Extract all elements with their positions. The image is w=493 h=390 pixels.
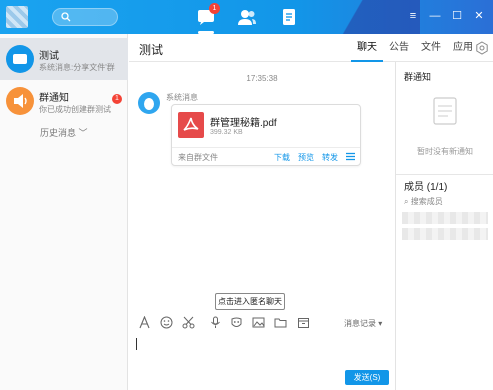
more-menu-icon[interactable] (346, 152, 355, 161)
chat-header: 测试 聊天 公告 文件 应用 (129, 34, 493, 62)
search-icon: ⌕ (404, 197, 411, 206)
anonymous-icon[interactable] (230, 316, 243, 329)
message-history-label: 消息记录 (344, 319, 376, 328)
history-messages-toggle[interactable]: 历史消息 ﹀ (40, 126, 88, 139)
close-button[interactable]: ✕ (473, 9, 485, 23)
tab-files[interactable]: 文件 (415, 34, 447, 62)
file-name: 群管理秘籍.pdf (210, 118, 277, 129)
window-controls: ≡ — ☐ ✕ (407, 9, 485, 23)
pdf-icon (178, 112, 204, 138)
search-box[interactable] (52, 8, 118, 26)
messages-badge: 1 (209, 3, 220, 14)
title-decoration (310, 0, 420, 34)
download-button[interactable]: 下载 (274, 152, 290, 163)
notice-title: 群通知 (404, 72, 432, 82)
members-title: 成员 (1/1) (404, 182, 448, 193)
unread-badge: 1 (112, 94, 122, 104)
text-cursor (136, 338, 137, 350)
file-actions: 下载 预览 转发 (274, 152, 338, 163)
folder-icon[interactable] (274, 316, 287, 329)
member-row[interactable] (402, 212, 488, 224)
conversation-item-test[interactable]: 测试 系统消息:分享文件'群 (0, 38, 128, 80)
menu-icon[interactable]: ≡ (407, 9, 419, 23)
font-icon[interactable] (138, 316, 151, 329)
chevron-down-icon: ﹀ (78, 128, 88, 138)
file-message-card[interactable]: 群管理秘籍.pdf 399.32 KB 来自群文件 下载 预览 转发 (171, 104, 361, 166)
notice-avatar (6, 87, 34, 115)
group-chat-icon (13, 54, 27, 64)
message-area: 17:35:38 系统消息 群管理秘籍.pdf 399.32 KB 来自群文件 … (129, 62, 395, 312)
file-size: 399.32 KB (210, 129, 243, 136)
tab-chat[interactable]: 聊天 (351, 34, 383, 62)
messages-tab[interactable]: 1 (195, 3, 220, 34)
conversation-preview: 系统消息:分享文件'群 (39, 63, 115, 72)
calendar-icon[interactable] (297, 316, 310, 329)
group-side-panel: 群通知 暂时没有新通知 成员 (1/1) ⌕ 搜索成员 (395, 62, 493, 390)
message-input[interactable]: 发送(S) (129, 334, 395, 390)
sender-name: 系统消息 (166, 93, 198, 102)
notice-empty-text: 暂时没有新通知 (417, 147, 473, 156)
tab-announcement[interactable]: 公告 (383, 34, 415, 62)
system-avatar (138, 92, 160, 114)
title-bar: 1 ≡ — ☐ ✕ (0, 0, 493, 34)
send-button[interactable]: 发送(S) (345, 370, 389, 385)
settings-icon[interactable] (475, 41, 489, 55)
search-icon (61, 12, 71, 22)
voice-icon[interactable] (209, 316, 222, 329)
members-search[interactable]: ⌕ 搜索成员 (404, 196, 443, 207)
forward-button[interactable]: 转发 (322, 152, 338, 163)
emoji-icon[interactable] (160, 316, 173, 329)
history-label: 历史消息 (40, 128, 77, 138)
conversation-list: 测试 系统消息:分享文件'群 群通知 你已成功创建群测试 1 历史消息 ﹀ (0, 34, 128, 390)
conversation-item-notice[interactable]: 群通知 你已成功创建群测试 1 (0, 80, 128, 122)
conversation-name: 测试 (39, 51, 59, 62)
document-icon (283, 9, 295, 25)
message-timestamp: 17:35:38 (246, 74, 278, 83)
file-card-footer: 来自群文件 下载 预览 转发 (172, 147, 360, 165)
conversation-preview: 你已成功创建群测试 (39, 105, 111, 114)
contacts-tab[interactable] (236, 6, 258, 28)
anonymous-chat-tooltip: 点击进入匿名聊天 (215, 293, 285, 310)
preview-button[interactable]: 预览 (298, 152, 314, 163)
image-icon[interactable] (252, 316, 265, 329)
input-toolbar: 消息记录 ▾ (129, 312, 395, 334)
user-avatar[interactable] (6, 6, 28, 28)
member-row[interactable] (402, 228, 488, 240)
maximize-button[interactable]: ☐ (451, 9, 463, 23)
chat-title: 测试 (139, 43, 164, 57)
chat-tabs: 聊天 公告 文件 应用 (351, 34, 479, 62)
group-avatar (6, 45, 34, 73)
files-tab[interactable] (278, 6, 300, 28)
screenshot-icon[interactable] (182, 316, 195, 329)
conversation-name: 群通知 (39, 93, 69, 104)
penguin-icon (144, 98, 154, 110)
speaker-icon (14, 94, 27, 108)
empty-notice-icon (433, 97, 457, 125)
file-source: 来自群文件 (178, 153, 218, 162)
message-history-button[interactable]: 消息记录 ▾ (344, 318, 382, 329)
members-search-placeholder: 搜索成员 (410, 197, 443, 206)
contacts-icon (238, 10, 256, 25)
minimize-button[interactable]: — (429, 9, 441, 23)
